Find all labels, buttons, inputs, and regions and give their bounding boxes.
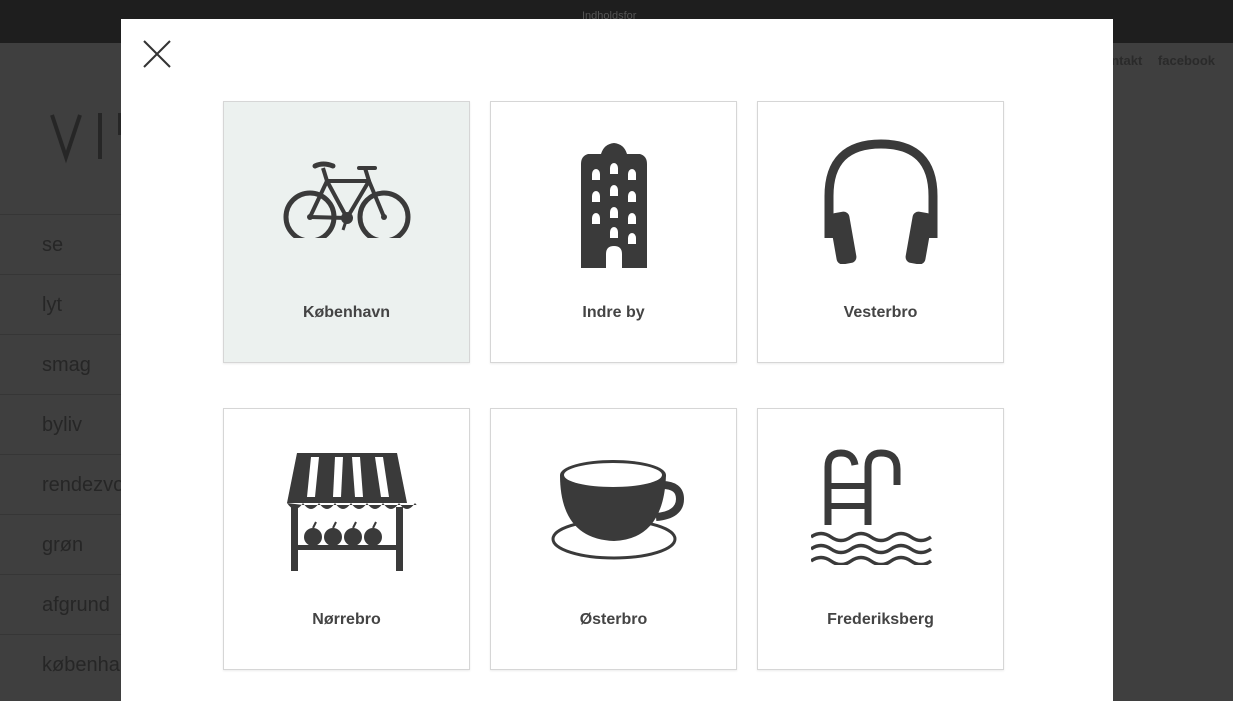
header-links: ntakt facebook — [1099, 53, 1215, 68]
area-picker-modal: København Indre by Vesterbro Nørrebro Øs… — [121, 19, 1113, 701]
nav-item-koebenhavn[interactable]: københa — [0, 634, 121, 694]
tile-vesterbro[interactable]: Vesterbro — [757, 101, 1004, 363]
tile-noerrebro[interactable]: Nørrebro — [223, 408, 470, 670]
headphones-icon — [824, 139, 937, 264]
tile-label: København — [302, 304, 391, 321]
tile-label: Indre by — [582, 304, 645, 321]
swimming-pool-icon — [810, 449, 932, 565]
market-stall-icon — [286, 453, 417, 571]
tile-label: Nørrebro — [312, 611, 381, 628]
tile-koebenhavn[interactable]: København — [223, 101, 470, 363]
tile-label: Vesterbro — [843, 304, 918, 321]
nav-item-byliv[interactable]: byliv — [0, 394, 121, 454]
close-icon[interactable] — [141, 38, 173, 70]
background-nav: se lyt smag byliv rendezvo grøn afgrund … — [0, 214, 121, 694]
tile-oesterbro[interactable]: Østerbro — [490, 408, 737, 670]
tile-label: Østerbro — [579, 611, 648, 628]
nav-item-smag[interactable]: smag — [0, 334, 121, 394]
site-logo — [50, 113, 122, 164]
nav-item-afgrund[interactable]: afgrund — [0, 574, 121, 634]
bicycle-icon — [283, 161, 410, 238]
building-icon — [580, 143, 647, 268]
header-link-facebook[interactable]: facebook — [1158, 53, 1215, 68]
header-link-kontakt[interactable]: ntakt — [1111, 53, 1142, 68]
tile-label: Frederiksberg — [827, 611, 934, 628]
nav-item-lyt[interactable]: lyt — [0, 274, 121, 334]
nav-item-groen[interactable]: grøn — [0, 514, 121, 574]
tile-indre-by[interactable]: Indre by — [490, 101, 737, 363]
coffee-cup-icon — [551, 460, 684, 560]
tile-frederiksberg[interactable]: Frederiksberg — [757, 408, 1004, 670]
nav-item-rendezvous[interactable]: rendezvo — [0, 454, 121, 514]
nav-item-se[interactable]: se — [0, 214, 121, 274]
